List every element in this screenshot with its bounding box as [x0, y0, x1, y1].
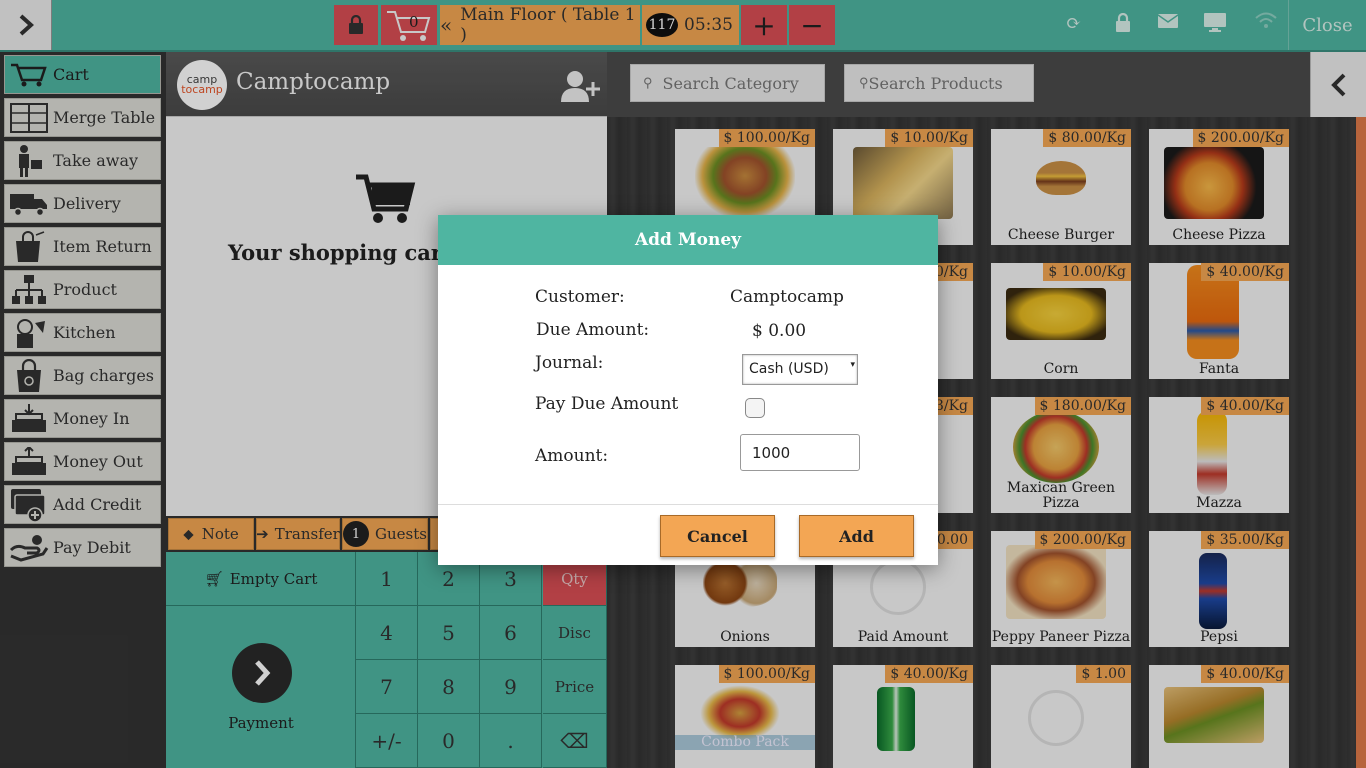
due-amount-label: Due Amount: — [536, 320, 650, 340]
pay-due-amount-checkbox[interactable] — [745, 398, 765, 418]
due-amount-value: $ 0.00 — [752, 321, 807, 341]
journal-label: Journal: — [535, 353, 604, 373]
dialog-title: Add Money — [438, 215, 938, 265]
add-button[interactable]: Add — [799, 515, 914, 557]
cancel-button[interactable]: Cancel — [660, 515, 775, 557]
customer-value: Camptocamp — [730, 287, 844, 307]
select-arrow-icon: ▾ — [850, 360, 855, 370]
dialog-divider — [438, 504, 938, 505]
journal-select[interactable]: Cash (USD) ▾ — [742, 354, 858, 385]
journal-selected-value: Cash (USD) — [749, 361, 829, 377]
pay-due-amount-label: Pay Due Amount — [535, 394, 679, 414]
amount-label: Amount: — [535, 446, 609, 466]
customer-label: Customer: — [535, 287, 625, 307]
add-money-dialog: Add Money Customer: Camptocamp Due Amoun… — [438, 215, 938, 565]
amount-input[interactable] — [740, 434, 860, 471]
